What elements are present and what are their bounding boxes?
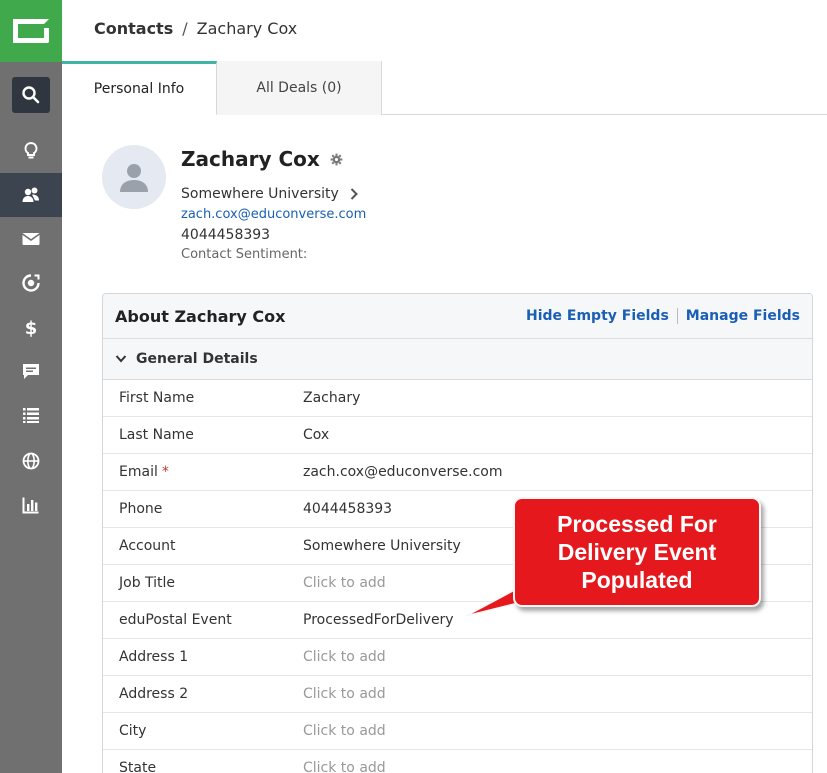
field-label: First Name bbox=[119, 390, 195, 406]
sidebar-item-reports[interactable] bbox=[0, 483, 62, 527]
field-label: Email * bbox=[103, 464, 303, 480]
contact-account-link[interactable]: Somewhere University bbox=[181, 186, 359, 202]
lightbulb-icon bbox=[24, 141, 38, 159]
sidebar-item-automations[interactable] bbox=[0, 261, 62, 305]
sidebar-item-conversations[interactable] bbox=[0, 349, 62, 393]
field-label: Last Name bbox=[119, 427, 194, 443]
tab-personal-info[interactable]: Personal Info bbox=[62, 61, 217, 115]
field-value-placeholder[interactable]: Click to add bbox=[303, 575, 386, 591]
dollar-icon: $ bbox=[25, 318, 38, 337]
breadcrumb: Contacts / Zachary Cox bbox=[62, 0, 827, 56]
field-row-address-2: Address 2 Click to add bbox=[103, 676, 812, 713]
field-row-edupostal-event: eduPostal Event ProcessedForDelivery bbox=[103, 602, 812, 639]
field-label: City bbox=[119, 723, 147, 739]
chevron-right-icon bbox=[350, 188, 358, 200]
field-value[interactable]: Zachary bbox=[303, 390, 360, 406]
general-details-toggle[interactable]: General Details bbox=[103, 339, 812, 380]
field-row-city: City Click to add bbox=[103, 713, 812, 750]
about-card-actions: Hide Empty Fields Manage Fields bbox=[526, 308, 800, 324]
field-label: State bbox=[119, 760, 157, 773]
general-details-title: General Details bbox=[136, 351, 258, 367]
field-row-last-name: Last Name Cox bbox=[103, 417, 812, 454]
field-row-first-name: First Name Zachary bbox=[103, 380, 812, 417]
tab-all-deals[interactable]: All Deals (0) bbox=[217, 61, 382, 115]
sidebar: $ bbox=[0, 0, 62, 773]
contact-name: Zachary Cox bbox=[181, 147, 320, 171]
sidebar-item-contacts[interactable] bbox=[0, 173, 62, 217]
reports-icon bbox=[22, 497, 39, 514]
field-label: Address 1 bbox=[119, 649, 189, 665]
contact-account: Somewhere University bbox=[181, 186, 339, 202]
required-marker: * bbox=[161, 464, 169, 480]
globe-icon bbox=[22, 452, 40, 470]
search-button[interactable] bbox=[12, 77, 50, 113]
field-label: Job Title bbox=[119, 575, 176, 591]
field-row-state: State Click to add bbox=[103, 750, 812, 773]
field-value-placeholder[interactable]: Click to add bbox=[303, 760, 386, 773]
field-label: Account bbox=[119, 538, 176, 554]
sidebar-item-lists[interactable] bbox=[0, 393, 62, 437]
automation-icon bbox=[22, 274, 40, 292]
field-value-placeholder[interactable]: Click to add bbox=[303, 723, 386, 739]
field-value-placeholder[interactable]: Click to add bbox=[303, 649, 386, 665]
chevron-down-icon bbox=[115, 355, 127, 363]
field-label: Phone bbox=[119, 501, 163, 517]
sidebar-item-deals[interactable]: $ bbox=[0, 305, 62, 349]
annotation-callout: Processed For Delivery Event Populated bbox=[513, 497, 761, 607]
search-icon bbox=[22, 86, 40, 104]
field-row-email: Email * zach.cox@educonverse.com bbox=[103, 454, 812, 491]
about-card-header: About Zachary Cox Hide Empty Fields Mana… bbox=[103, 294, 812, 339]
field-value[interactable]: Cox bbox=[303, 427, 329, 443]
breadcrumb-contacts-link[interactable]: Contacts bbox=[94, 19, 173, 38]
contact-email-link[interactable]: zach.cox@educonverse.com bbox=[181, 207, 366, 222]
logo-icon bbox=[13, 19, 49, 43]
tab-bar: Personal Info All Deals (0) bbox=[62, 61, 827, 115]
field-label: eduPostal Event bbox=[119, 612, 232, 628]
chat-icon bbox=[23, 364, 39, 379]
gear-icon[interactable] bbox=[330, 153, 343, 166]
mail-icon bbox=[22, 233, 40, 245]
actions-divider bbox=[676, 308, 678, 324]
contact-sentiment-label: Contact Sentiment: bbox=[181, 247, 308, 262]
manage-fields-link[interactable]: Manage Fields bbox=[686, 308, 800, 324]
field-label-text: Email bbox=[119, 464, 158, 480]
app-logo[interactable] bbox=[0, 0, 62, 62]
user-placeholder-icon bbox=[120, 164, 148, 192]
avatar[interactable] bbox=[102, 145, 166, 209]
field-value-placeholder[interactable]: Click to add bbox=[303, 686, 386, 702]
field-value[interactable]: zach.cox@educonverse.com bbox=[303, 464, 503, 480]
about-card-title: About Zachary Cox bbox=[115, 306, 286, 326]
field-value[interactable]: Somewhere University bbox=[303, 538, 461, 554]
breadcrumb-current: Zachary Cox bbox=[196, 18, 298, 38]
field-label: Address 2 bbox=[119, 686, 189, 702]
sidebar-item-website[interactable] bbox=[0, 439, 62, 483]
contact-phone: 4044458393 bbox=[181, 227, 271, 243]
sidebar-item-ideas[interactable] bbox=[0, 129, 62, 173]
svg-text:$: $ bbox=[25, 318, 38, 337]
contacts-icon bbox=[22, 187, 39, 202]
hide-empty-fields-link[interactable]: Hide Empty Fields bbox=[526, 308, 669, 324]
field-value[interactable]: ProcessedForDelivery bbox=[303, 612, 454, 628]
field-value[interactable]: 4044458393 bbox=[303, 501, 392, 517]
breadcrumb-separator: / bbox=[182, 18, 188, 38]
sidebar-item-email[interactable] bbox=[0, 217, 62, 261]
list-icon bbox=[23, 408, 39, 423]
contact-name-heading: Zachary Cox bbox=[181, 147, 343, 171]
field-row-address-1: Address 1 Click to add bbox=[103, 639, 812, 676]
